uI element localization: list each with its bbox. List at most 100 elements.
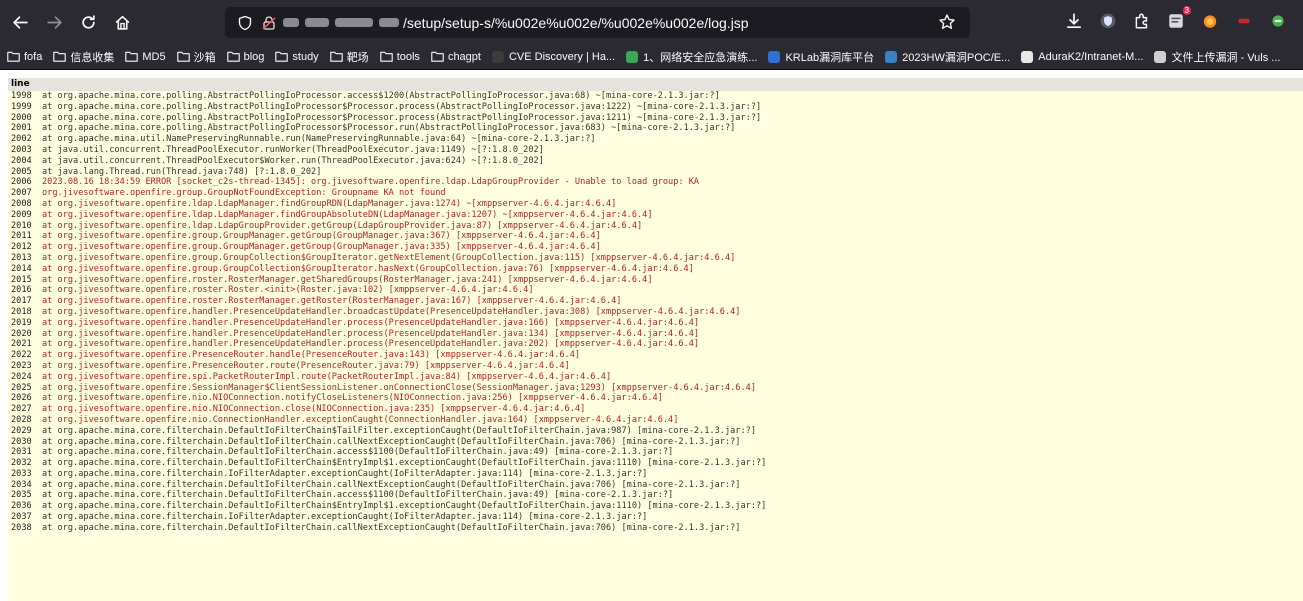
record-icon [1238, 18, 1250, 24]
notification-badge: 3 [1182, 6, 1191, 15]
bookmark-label: 2023HW漏洞POC/E... [902, 51, 1011, 64]
log-rows: 1998 at org.apache.mina.core.polling.Abst… [8, 91, 1303, 534]
bookmark-label: MD5 [142, 50, 166, 63]
log-line-text: at org.jivesoftware.openfire.nio.Connect… [42, 414, 679, 425]
home-icon [115, 15, 129, 30]
reload-button[interactable] [74, 8, 102, 36]
bookmark-label: 信息收集 [70, 51, 115, 64]
log-line-number: 2018 [11, 306, 32, 317]
home-button[interactable] [108, 8, 136, 36]
log-line-number: 2034 [11, 479, 32, 490]
log-line-number: 2026 [11, 393, 32, 404]
log-row: 2004 at java.util.concurrent.ThreadPoolEx… [8, 156, 1303, 167]
bookmark-item[interactable]: 信息收集 [53, 49, 114, 65]
log-row: 2032 at org.apache.mina.core.filterchain.… [8, 458, 1303, 469]
bookmark-item[interactable]: 1、网络安全应急演练... [626, 49, 757, 65]
site-favicon-icon [885, 50, 898, 63]
insecure-lock-icon[interactable] [261, 15, 277, 31]
log-line-text: at org.apache.mina.core.filterchain.Defa… [42, 447, 674, 458]
log-line-number: 2024 [11, 371, 32, 382]
log-line-number: 2011 [11, 231, 32, 242]
bookmark-item[interactable]: 文件上传漏洞 - Vuls ... [1154, 49, 1280, 65]
log-line-number: 2025 [11, 382, 32, 393]
site-favicon-icon [626, 50, 639, 63]
bookmark-item[interactable]: MD5 [125, 50, 166, 63]
redacted-host [305, 18, 329, 27]
notes-icon [1169, 14, 1183, 28]
bookmark-label: tools [396, 50, 420, 63]
log-row: 2003 at java.util.concurrent.ThreadPoolEx… [8, 145, 1303, 156]
log-line-number: 2022 [11, 350, 32, 361]
extensions-button[interactable] [1130, 9, 1154, 33]
log-line-text: at org.jivesoftware.openfire.group.Group… [42, 242, 601, 253]
bookmark-item[interactable]: CVE Discovery | Ha... [491, 50, 616, 63]
log-row: 2027 at org.jivesoftware.openfire.nio.NIO… [8, 404, 1303, 415]
log-line-text: at org.jivesoftware.openfire.ldap.LdapGr… [42, 220, 643, 231]
bookmark-label: blog [243, 50, 265, 63]
log-line-text: at org.jivesoftware.openfire.handler.Pre… [42, 317, 700, 328]
log-line-text: at org.jivesoftware.openfire.handler.Pre… [42, 328, 700, 339]
log-line-text: at org.jivesoftware.openfire.handler.Pre… [42, 306, 741, 317]
log-line-text: at org.apache.mina.core.filterchain.Defa… [42, 501, 767, 512]
log-line-number: 2029 [11, 425, 32, 436]
toolbar-extensions: 3 [1062, 6, 1303, 33]
log-row: 2034 at org.apache.mina.core.filterchain.… [8, 480, 1303, 491]
log-line-text: at org.jivesoftware.openfire.ldap.LdapMa… [42, 209, 653, 220]
site-favicon-icon [1154, 50, 1167, 63]
red-extension-button[interactable] [1232, 9, 1256, 33]
bookmark-item[interactable]: tools [379, 50, 420, 63]
browser-toolbar: /setup/setup-s/%u002e%u002e/%u002e%u002e… [0, 0, 1303, 44]
bookmark-label: 靶场 [346, 51, 369, 64]
log-line-number: 2019 [11, 317, 32, 328]
address-bar[interactable]: /setup/setup-s/%u002e%u002e/%u002e%u002e… [225, 7, 970, 38]
bookmark-item[interactable]: 2023HW漏洞POC/E... [885, 49, 1010, 65]
bookmark-item[interactable]: 沙箱 [176, 49, 216, 65]
log-row: 2013 at org.jivesoftware.openfire.group.G… [8, 253, 1303, 264]
arrow-right-icon [46, 15, 62, 29]
bookmark-label: fofa [24, 50, 43, 63]
log-row: 2035 at org.apache.mina.core.filterchain.… [8, 490, 1303, 501]
folder-icon [125, 51, 139, 62]
bookmark-item[interactable]: chagpt [431, 51, 481, 63]
log-row: 2009 at org.jivesoftware.openfire.ldap.Ld… [8, 210, 1303, 221]
log-line-text: at org.apache.mina.core.filterchain.Defa… [42, 436, 741, 447]
back-button[interactable] [6, 8, 34, 36]
bookmark-item[interactable]: 靶场 [329, 49, 369, 65]
log-line-text: at org.apache.mina.core.polling.Abstract… [42, 91, 720, 101]
shield-icon[interactable] [237, 15, 253, 31]
log-line-text: at org.apache.mina.util.NamePreservingRu… [42, 134, 596, 145]
log-line-number: 2009 [11, 209, 32, 220]
notes-extension-button[interactable]: 3 [1164, 6, 1191, 33]
log-row: 2010 at org.jivesoftware.openfire.ldap.Ld… [8, 221, 1303, 232]
log-line-number: 2021 [11, 339, 32, 350]
log-line-number: 2012 [11, 242, 32, 253]
green-extension-button[interactable] [1266, 9, 1290, 33]
log-line-text: at org.apache.mina.core.filterchain.IoFi… [42, 512, 648, 523]
extension-shield-button[interactable] [1096, 9, 1120, 33]
log-line-text: at org.jivesoftware.openfire.spi.PacketR… [42, 371, 612, 382]
log-line-text: at org.apache.mina.core.filterchain.Defa… [42, 458, 767, 469]
log-table: line 1998 at org.apache.mina.core.polling… [8, 78, 1303, 601]
log-line-number: 2016 [11, 285, 32, 296]
log-line-text: at java.util.concurrent.ThreadPoolExecut… [42, 155, 544, 166]
fox-icon [1203, 15, 1217, 28]
firefox-extension-button[interactable] [1198, 9, 1222, 33]
bookmark-item[interactable]: AduraK2/Intranet-M... [1021, 50, 1143, 63]
log-row: 2024 at org.jivesoftware.openfire.spi.Pac… [8, 372, 1303, 383]
log-row: 2015 at org.jivesoftware.openfire.roster.… [8, 275, 1303, 286]
forward-button[interactable] [40, 8, 68, 36]
log-line-number: 2010 [11, 220, 32, 231]
bookmark-item[interactable]: fofa [7, 51, 42, 63]
log-line-number: 2028 [11, 414, 32, 425]
log-line-number: 2003 [11, 144, 32, 155]
bookmark-item[interactable]: study [275, 51, 319, 63]
site-favicon-icon [1021, 50, 1034, 63]
downloads-button[interactable] [1062, 9, 1086, 33]
bookmark-item[interactable]: KRLab漏洞库平台 [768, 49, 874, 65]
bookmark-item[interactable]: blog [226, 50, 265, 63]
bookmark-star-icon[interactable] [938, 13, 956, 31]
page-content: line 1998 at org.apache.mina.core.polling… [0, 70, 1303, 601]
log-table-header: line [8, 78, 1303, 91]
bookmark-label: CVE Discovery | Ha... [508, 50, 616, 63]
log-row: 1999 at org.apache.mina.core.polling.Abst… [8, 102, 1303, 113]
